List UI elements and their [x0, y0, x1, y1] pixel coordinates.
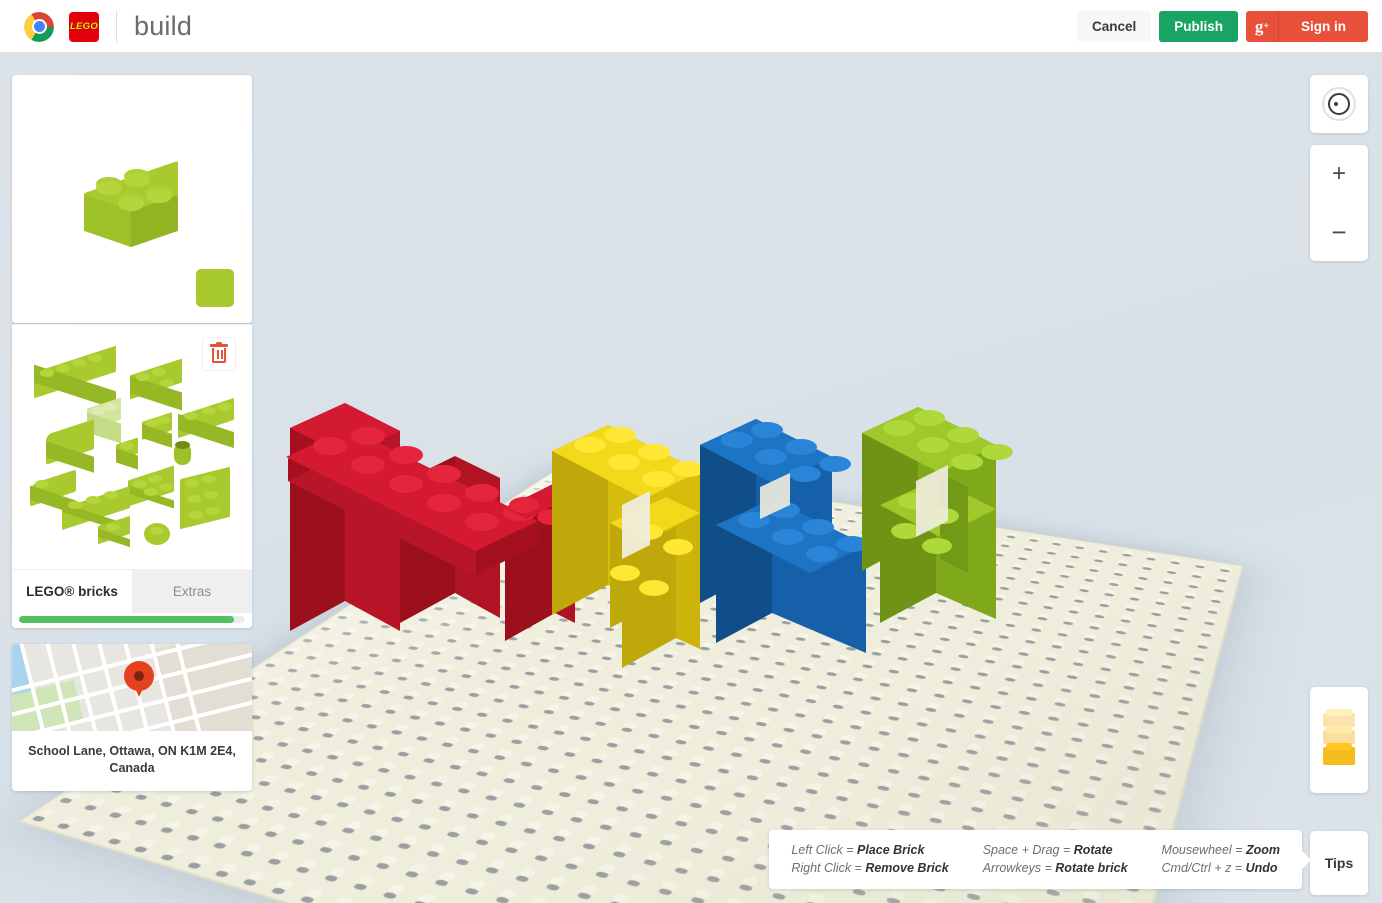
brick-preview-card [12, 75, 252, 323]
left-sidebar: LEGO® bricks Extras School Lane, Ottawa,… [12, 75, 252, 791]
tips-column: Mousewheel = Zoom Cmd/Ctrl + z = Undo [1162, 843, 1280, 875]
tip-row: Right Click = Remove Brick [791, 861, 948, 875]
brand-divider [116, 11, 117, 43]
location-address: School Lane, Ottawa, ON K1M 2E4, Canada [12, 731, 252, 791]
location-card[interactable]: School Lane, Ottawa, ON K1M 2E4, Canada [12, 644, 252, 791]
cancel-button[interactable]: Cancel [1077, 11, 1151, 42]
brick-palette-card: LEGO® bricks Extras [12, 324, 252, 628]
zoom-out-button[interactable]: − [1310, 203, 1368, 261]
tip-row: Left Click = Place Brick [791, 843, 948, 857]
baseplate-wrapper [250, 153, 1350, 903]
topbar-actions: Cancel Publish g + Sign in [1077, 11, 1368, 42]
brick-stack-button[interactable] [1310, 687, 1368, 793]
palette-progress [12, 613, 252, 628]
orbit-rotate-icon [1326, 91, 1352, 117]
tip-row: Arrowkeys = Rotate brick [983, 861, 1128, 875]
lego-logo-text: LEGO [70, 21, 98, 32]
chrome-logo-icon [24, 12, 54, 42]
tip-row: Mousewheel = Zoom [1162, 843, 1280, 857]
tab-extras[interactable]: Extras [132, 570, 252, 613]
tip-row: Cmd/Ctrl + z = Undo [1162, 861, 1280, 875]
brick-stack-icon [1319, 709, 1359, 771]
tips-button[interactable]: Tips [1310, 831, 1368, 895]
brand-area: LEGO build [24, 0, 192, 53]
zoom-in-button[interactable]: + [1310, 145, 1368, 203]
app-title: build [134, 11, 192, 42]
tips-column: Space + Drag = Rotate Arrowkeys = Rotate… [983, 843, 1128, 875]
selected-brick-preview [78, 163, 186, 247]
sign-in-button[interactable]: Sign in [1279, 11, 1368, 42]
tab-lego-bricks[interactable]: LEGO® bricks [12, 570, 132, 613]
map-pin-icon [124, 661, 154, 699]
palette-tabs: LEGO® bricks Extras [12, 569, 252, 613]
publish-button[interactable]: Publish [1159, 11, 1238, 42]
color-swatch-button[interactable] [196, 269, 234, 307]
lego-build-app: LEGO build Cancel Publish g + Sign in + … [0, 0, 1382, 903]
google-plus-icon[interactable]: g + [1246, 11, 1279, 42]
brick-palette-area[interactable] [12, 325, 252, 569]
tips-panel: Left Click = Place Brick Right Click = R… [769, 830, 1302, 889]
tips-column: Left Click = Place Brick Right Click = R… [791, 843, 948, 875]
signin-group[interactable]: g + Sign in [1246, 11, 1368, 42]
tip-row: Space + Drag = Rotate [983, 843, 1128, 857]
lego-logo-icon: LEGO [69, 12, 99, 42]
progress-fill [19, 616, 234, 623]
map-thumbnail[interactable] [12, 644, 252, 731]
orbit-rotate-button[interactable] [1310, 75, 1368, 133]
top-bar: LEGO build Cancel Publish g + Sign in [0, 0, 1382, 53]
progress-track[interactable] [19, 616, 245, 623]
zoom-controls[interactable]: + − [1310, 145, 1368, 261]
